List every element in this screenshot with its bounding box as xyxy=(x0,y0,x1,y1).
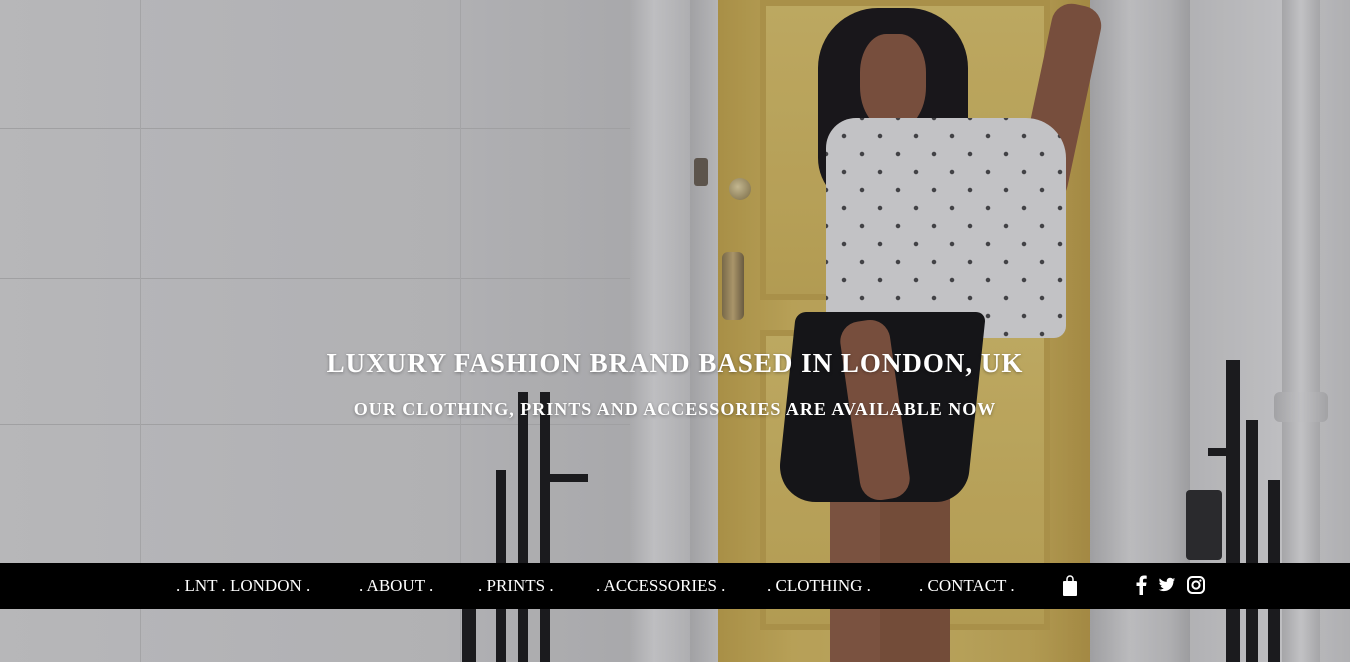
nav-item-lnt-london[interactable]: . LNT . LONDON . xyxy=(176,563,310,609)
hero-headline: LUXURY FASHION BRAND BASED IN LONDON, UK xyxy=(326,348,1024,378)
main-navbar: . LNT . LONDON . . ABOUT . . PRINTS . . … xyxy=(0,563,1350,609)
instagram-icon[interactable] xyxy=(1187,575,1205,597)
nav-item-prints[interactable]: . PRINTS . xyxy=(478,563,554,609)
shopping-bag-icon[interactable] xyxy=(1062,575,1078,597)
hero-section: LUXURY FASHION BRAND BASED IN LONDON, UK… xyxy=(0,0,1350,662)
nav-item-clothing[interactable]: . CLOTHING . xyxy=(767,563,871,609)
nav-item-about[interactable]: . ABOUT . xyxy=(359,563,433,609)
facebook-icon[interactable] xyxy=(1135,575,1147,597)
hero-subline: OUR CLOTHING, PRINTS AND ACCESSORIES ARE… xyxy=(353,399,997,419)
nav-item-accessories[interactable]: . ACCESSORIES . xyxy=(596,563,725,609)
twitter-icon[interactable] xyxy=(1158,575,1176,597)
nav-item-contact[interactable]: . CONTACT . xyxy=(919,563,1015,609)
